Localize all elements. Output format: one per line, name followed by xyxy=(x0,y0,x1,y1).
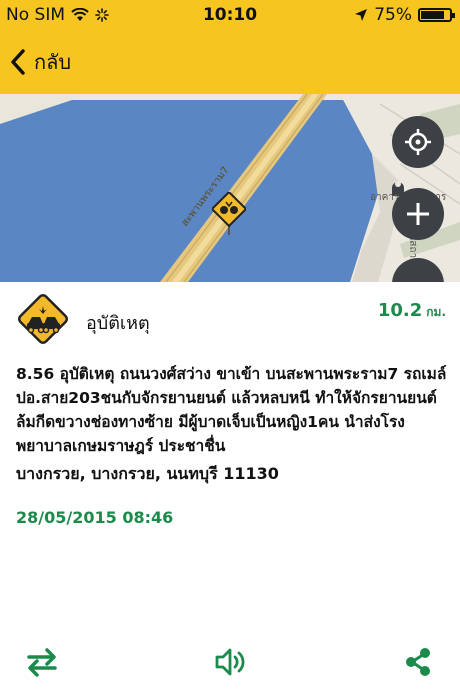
back-button[interactable]: กลับ xyxy=(10,42,71,82)
incident-description: 8.56 อุบัติเหตุ ถนนวงศ์สว่าง ขาเข้า บนสะ… xyxy=(16,365,447,455)
map-canvas xyxy=(0,94,460,282)
distance-readout: 10.2 กม. xyxy=(378,300,446,322)
locate-me-button[interactable] xyxy=(392,116,444,168)
incident-datetime: 28/05/2015 08:46 xyxy=(16,508,174,527)
speaker-icon xyxy=(215,648,245,676)
incident-title: อุบัติเหตุ xyxy=(86,313,150,334)
battery-icon xyxy=(418,8,455,22)
location-arrow-icon xyxy=(355,9,368,21)
share-icon xyxy=(406,648,430,676)
chevron-left-icon xyxy=(11,49,25,75)
bottom-toolbar xyxy=(0,632,460,690)
swap-arrows-icon xyxy=(27,648,57,677)
map-view[interactable]: สะพานพระราม7 อาคารอำนวยการ นายสถาน xyxy=(0,94,460,282)
battery-fill xyxy=(421,11,444,19)
battery-percent: 75% xyxy=(374,5,412,25)
swap-button[interactable] xyxy=(22,642,62,682)
plus-icon xyxy=(407,203,429,225)
nav-bar: กลับ xyxy=(0,30,460,94)
back-label: กลับ xyxy=(34,50,72,74)
distance-unit: กม. xyxy=(426,305,446,319)
status-bar: No SIM 10:10 75% xyxy=(0,0,460,30)
incident-address: บางกรวย, บางกรวย, นนทบุรี 11130 xyxy=(16,464,279,483)
incident-map-marker-icon[interactable] xyxy=(212,192,246,236)
distance-value: 10.2 xyxy=(377,300,423,321)
zoom-in-button[interactable] xyxy=(392,188,444,240)
battery-nub xyxy=(452,13,455,18)
speaker-button[interactable] xyxy=(210,642,250,682)
crosshair-icon xyxy=(405,129,431,155)
incident-detail-panel: อุบัติเหตุ 10.2 กม. 8.56 อุบัติเหตุ ถนนวง… xyxy=(0,282,460,690)
status-right: 75% xyxy=(354,5,455,25)
accident-icon xyxy=(17,293,69,345)
share-button[interactable] xyxy=(398,642,438,682)
